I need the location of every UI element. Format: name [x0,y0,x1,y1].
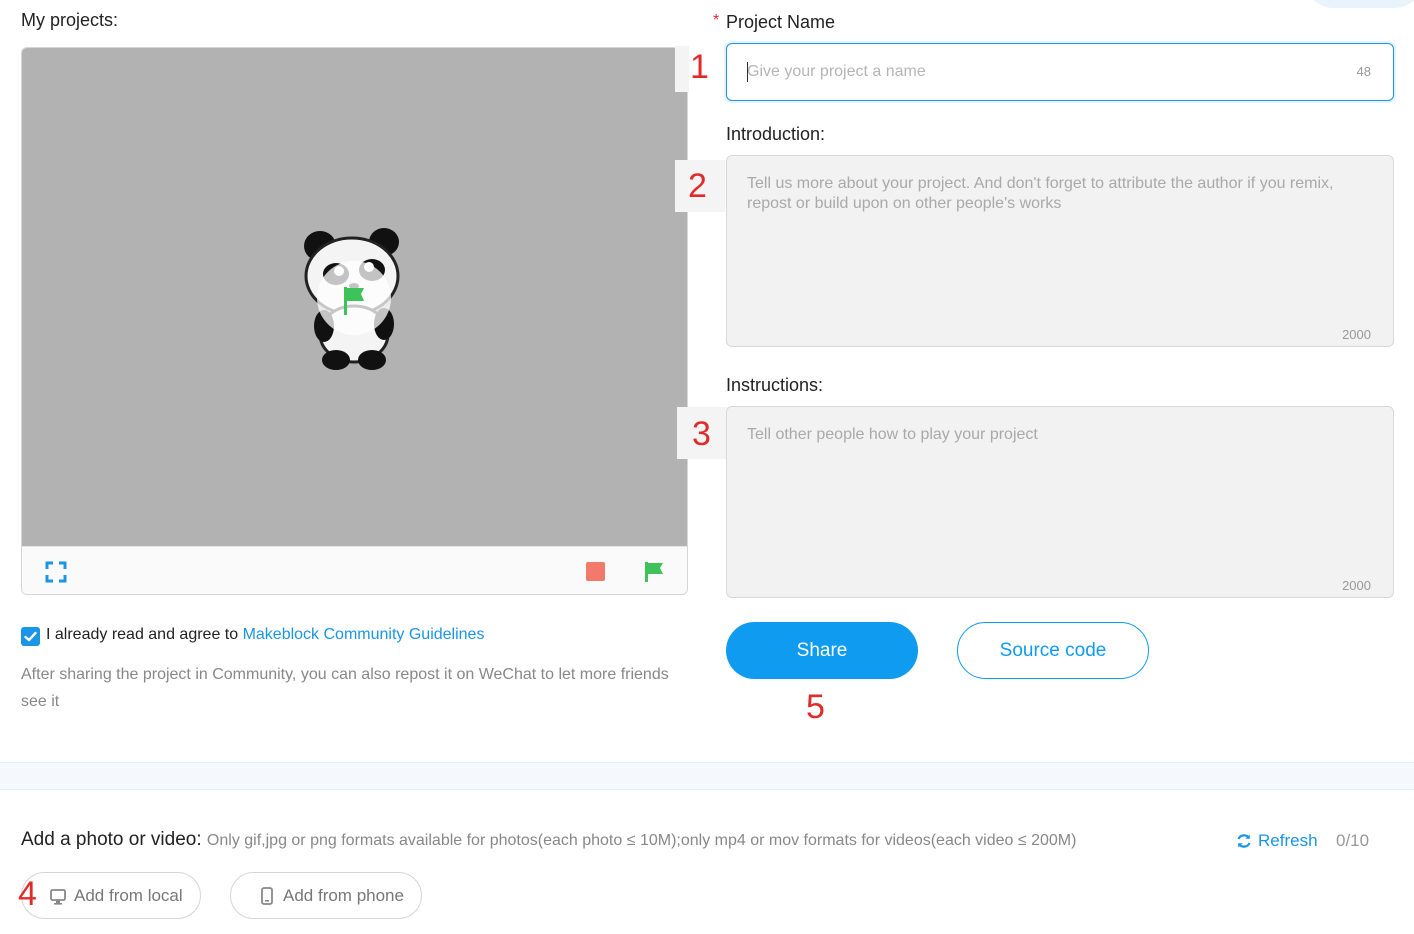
source-code-button[interactable]: Source code [957,622,1149,679]
add-from-local-button[interactable]: Add from local [21,872,201,919]
annotation-tab [675,46,689,92]
name-char-counter: 48 [1356,64,1371,79]
my-projects-label: My projects: [21,10,119,30]
agree-text: I already read and agree to Makeblock Co… [46,626,484,644]
instructions-field[interactable]: 2000 [726,406,1394,598]
decorative-corner [1304,0,1414,8]
project-name-label: Project Name [726,12,836,32]
media-section: Add a photo or video: Only gif,jpg or pn… [21,829,1076,851]
monitor-icon [50,888,66,905]
introduction-textarea[interactable] [747,174,1377,314]
media-count: 0/10 [1336,831,1370,850]
guidelines-link[interactable]: Makeblock Community Guidelines [243,626,485,643]
fullscreen-icon[interactable] [45,561,67,583]
project-name-field[interactable]: 48 [726,43,1394,101]
introduction-field[interactable]: 2000 [726,155,1394,347]
section-divider [0,762,1414,790]
green-flag-icon[interactable] [642,560,666,582]
project-stage[interactable] [22,48,687,546]
annotation-1: 1 [690,48,709,86]
instructions-char-counter: 2000 [1342,578,1371,593]
refresh-icon [1237,834,1251,848]
stop-icon[interactable] [586,562,605,581]
annotation-2: 2 [688,167,707,205]
green-flag-icon [344,287,364,315]
add-from-local-label: Add from local [74,885,183,905]
media-format-hint: Only gif,jpg or png formats available fo… [206,832,1077,849]
project-name-input[interactable] [747,61,1327,83]
share-hint: After sharing the project in Community, … [21,666,669,710]
annotation-4: 4 [18,875,37,913]
annotation-5: 5 [806,688,825,726]
instructions-label: Instructions: [726,375,824,395]
agree-checkbox[interactable] [21,627,40,646]
project-player [21,47,688,595]
agree-label: I already read and agree to [46,626,243,643]
add-from-phone-label: Add from phone [283,885,404,905]
intro-char-counter: 2000 [1342,327,1371,342]
introduction-label: Introduction: [726,124,826,144]
required-mark: * [713,12,720,29]
refresh-label: Refresh [1258,831,1318,850]
instructions-textarea[interactable] [747,425,1377,565]
share-button[interactable]: Share [726,622,918,679]
checkmark-icon [24,631,37,642]
text-caret [747,62,748,82]
media-title: Add a photo or video: [21,829,202,850]
refresh-button[interactable]: Refresh [1236,831,1318,851]
player-toolbar [22,546,687,594]
play-button[interactable] [317,261,391,335]
phone-icon [261,886,273,905]
annotation-3: 3 [692,415,711,453]
add-from-phone-button[interactable]: Add from phone [230,872,422,919]
